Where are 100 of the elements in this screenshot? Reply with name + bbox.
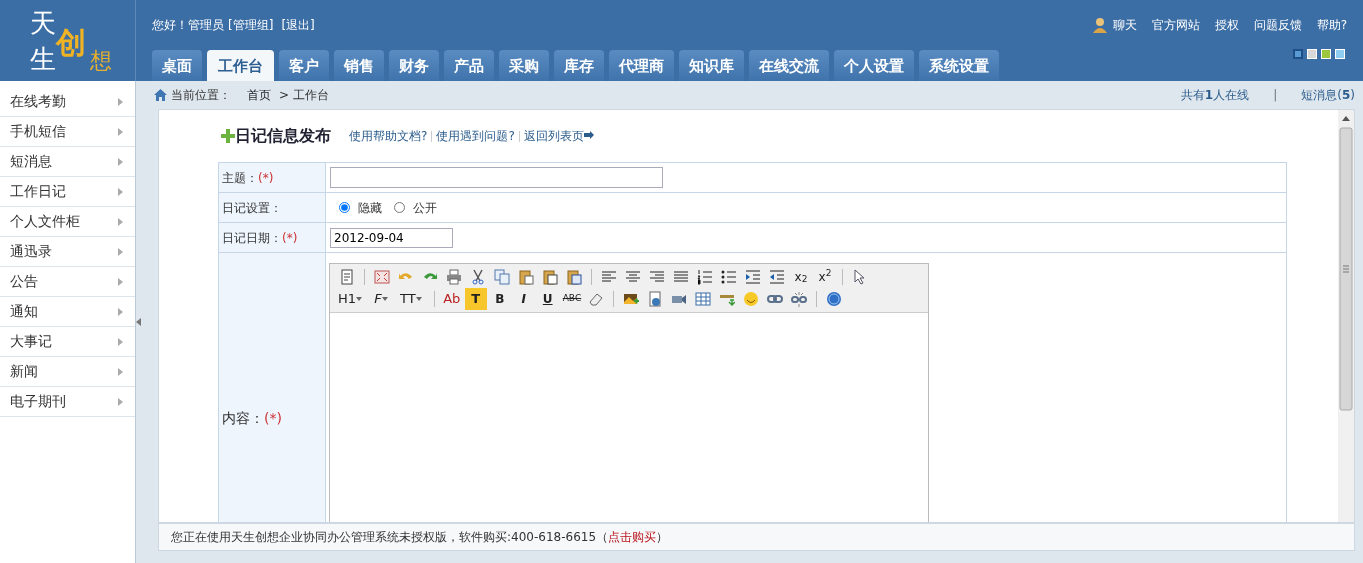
align-left-icon[interactable]	[601, 269, 617, 285]
online-count[interactable]: 共有1人在线	[1180, 86, 1250, 104]
form-title: 日记信息发布	[235, 125, 331, 147]
nav-tab[interactable]: 财务	[389, 50, 439, 81]
breadcrumb-link[interactable]: 首页	[247, 86, 271, 104]
format-button[interactable]: T	[464, 288, 487, 310]
field-label: 主题：	[222, 170, 258, 185]
format-button[interactable]: x$^{2}$	[814, 266, 836, 288]
paste-icon[interactable]	[518, 269, 534, 285]
document-icon[interactable]	[339, 269, 355, 285]
nav-tab[interactable]: 桌面	[152, 50, 202, 81]
buy-link[interactable]: 点击购买	[608, 530, 657, 544]
license-notice: 您正在使用天生创想企业协同办公管理系统未授权版，软件购买:400-618-6615（点击购买）	[171, 529, 669, 546]
nav-tab[interactable]: 知识库	[679, 50, 744, 81]
format-menu[interactable]: H1	[338, 289, 357, 309]
nav-tab[interactable]: 销售	[334, 50, 384, 81]
sidebar-item[interactable]: 新闻	[0, 357, 135, 387]
sidebar-item[interactable]: 通迅录	[0, 237, 135, 267]
radio-label: 公开	[413, 199, 437, 217]
chevron-icon	[118, 247, 123, 256]
format-menu[interactable]: TT	[400, 289, 416, 309]
sidebar-item[interactable]: 手机短信	[0, 117, 135, 147]
help-link[interactable]: 使用遇到问题?	[436, 127, 515, 145]
bullet-list-icon[interactable]	[721, 269, 737, 285]
table-icon[interactable]	[695, 291, 712, 307]
format-menu[interactable]: F	[374, 289, 382, 309]
align-center-icon[interactable]	[625, 269, 641, 285]
sidebar-item[interactable]: 电子期刊	[0, 387, 135, 417]
justify-icon[interactable]	[673, 269, 689, 285]
chevron-icon	[118, 157, 123, 166]
nav-tab[interactable]: 个人设置	[834, 50, 914, 81]
nav-tab[interactable]: 产品	[444, 50, 494, 81]
group-link[interactable]: [管理组]	[228, 16, 274, 34]
smiley-icon[interactable]	[743, 291, 760, 307]
logout-link[interactable]: [退出]	[281, 16, 315, 34]
sidebar-item[interactable]: 通知	[0, 297, 135, 327]
caret-icon[interactable]	[381, 297, 388, 301]
nav-tab[interactable]: 库存	[554, 50, 604, 81]
paste-icon[interactable]	[566, 269, 582, 285]
nav-tab[interactable]: 工作台	[207, 50, 274, 81]
nav-tab[interactable]: 在线交流	[749, 50, 829, 81]
header-link[interactable]: 授权	[1214, 16, 1239, 34]
logo-text: 天	[30, 10, 56, 36]
paste-icon[interactable]	[542, 269, 558, 285]
field-label: 日记日期：	[222, 230, 282, 245]
logo-text: 创	[56, 28, 86, 58]
date-field[interactable]: 2012-09-04	[330, 227, 453, 248]
greeting-text: 您好！管理员	[152, 17, 224, 34]
status-divider: |	[1273, 87, 1278, 104]
visibility-radio[interactable]	[339, 202, 350, 213]
sidebar-item[interactable]: 工作日记	[0, 177, 135, 207]
chevron-icon	[118, 277, 123, 286]
required-mark: (*)	[264, 409, 282, 426]
sidebar-item[interactable]: 短消息	[0, 147, 135, 177]
help-link[interactable]: 返回列表页	[523, 127, 584, 145]
sidebar-item[interactable]: 在线考勤	[0, 87, 135, 117]
format-button[interactable]: B	[488, 288, 511, 310]
align-right-icon[interactable]	[649, 269, 665, 285]
nav-tab[interactable]: 采购	[499, 50, 549, 81]
fullscreen-icon[interactable]	[374, 269, 390, 285]
numbered-list-icon[interactable]	[697, 269, 713, 285]
header-link[interactable]: 问题反馈	[1253, 16, 1302, 34]
scissors-icon[interactable]	[470, 269, 486, 285]
broken-link-icon[interactable]	[791, 291, 808, 307]
document-icon[interactable]	[647, 291, 664, 307]
format-button[interactable]: I	[512, 288, 535, 310]
header-link[interactable]: 官方网站	[1151, 16, 1200, 34]
format-button[interactable]: ABC	[560, 288, 584, 310]
logo-text: 生	[30, 46, 56, 72]
required-mark: (*)	[282, 230, 298, 245]
help-icon[interactable]	[826, 291, 843, 307]
radio-label: 隐藏	[358, 199, 382, 217]
sidebar-item[interactable]: 个人文件柜	[0, 207, 135, 237]
messages-link[interactable]: 短消息(5)	[1301, 86, 1355, 104]
help-link[interactable]: 使用帮助文档?	[349, 127, 428, 145]
outdent-icon[interactable]	[769, 269, 785, 285]
sidebar-item[interactable]: 公告	[0, 267, 135, 297]
header-link[interactable]: 聊天	[1112, 16, 1137, 34]
copy-icon[interactable]	[494, 269, 510, 285]
visibility-radio[interactable]	[394, 202, 405, 213]
caret-icon[interactable]	[356, 297, 363, 301]
caret-icon[interactable]	[415, 297, 422, 301]
chevron-icon	[118, 217, 123, 226]
format-button[interactable]: x$_{2}$	[790, 266, 812, 288]
printer-icon[interactable]	[446, 269, 462, 285]
format-button[interactable]: U	[536, 288, 559, 310]
chevron-icon	[118, 367, 123, 376]
nav-tab[interactable]: 代理商	[609, 50, 674, 81]
subject-field[interactable]	[330, 167, 663, 188]
eraser-icon[interactable]	[588, 291, 605, 307]
theme-swatch[interactable]	[1293, 49, 1303, 59]
format-button[interactable]: Ab	[440, 288, 463, 310]
required-mark: (*)	[258, 170, 274, 185]
sidebar-item[interactable]: 大事记	[0, 327, 135, 357]
header-link[interactable]: 帮助?	[1316, 16, 1347, 34]
nav-tab[interactable]: 客户	[279, 50, 329, 81]
indent-icon[interactable]	[745, 269, 761, 285]
plus-icon	[221, 129, 235, 143]
image-icon[interactable]	[623, 291, 640, 307]
nav-tab[interactable]: 系统设置	[919, 50, 999, 81]
